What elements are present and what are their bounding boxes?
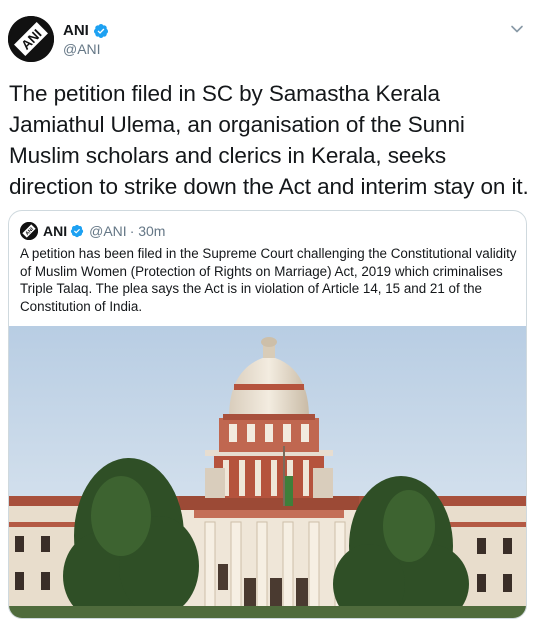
tweet-text: The petition filed in SC by Samastha Ker…	[9, 81, 529, 199]
tweet-header: ANI ANI @ANI	[8, 16, 528, 64]
quoted-author-name: ANI	[43, 223, 68, 239]
author-handle[interactable]: @ANI	[63, 41, 101, 57]
verified-badge-icon	[70, 224, 84, 238]
ani-avatar[interactable]: ANI	[8, 16, 54, 62]
quoted-timestamp: · 30m	[129, 223, 166, 239]
ani-logo-icon: ANI	[20, 222, 38, 240]
supreme-court-building-illustration	[9, 326, 526, 618]
supreme-court-photo[interactable]	[9, 326, 526, 618]
quoted-author-handle: @ANI	[89, 223, 127, 239]
chevron-down-icon[interactable]	[510, 22, 524, 36]
quoted-tweet-header: ANI ANI @ANI · 30m	[20, 222, 165, 240]
quoted-tweet-text: A petition has been filed in the Supreme…	[20, 246, 517, 314]
author-name[interactable]: ANI	[63, 22, 89, 39]
verified-badge-icon	[93, 23, 108, 38]
quoted-tweet[interactable]: ANI ANI @ANI · 30m A petition has been f…	[8, 210, 527, 619]
author-name-row: ANI	[63, 22, 109, 39]
ani-logo-icon: ANI	[8, 16, 54, 62]
quoted-ani-avatar: ANI	[20, 222, 38, 240]
tweet-card: ANI ANI @ANI The petition filed in SC by…	[0, 0, 533, 621]
